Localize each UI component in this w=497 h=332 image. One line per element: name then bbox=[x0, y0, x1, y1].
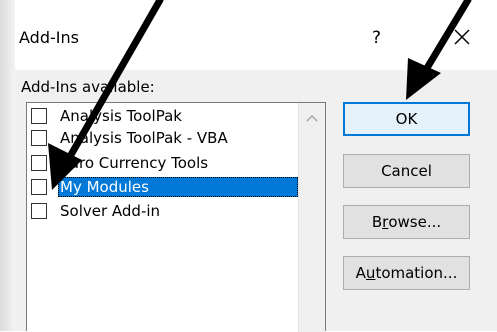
chevron-up-icon bbox=[306, 115, 318, 122]
title-bar: Add-Ins ? bbox=[0, 0, 497, 70]
dialog-title: Add-Ins bbox=[19, 28, 79, 47]
addin-checkbox[interactable] bbox=[31, 108, 47, 124]
addins-available-label: Add-Ins available: bbox=[21, 78, 155, 96]
dialog-left-edge bbox=[0, 0, 15, 331]
addin-label: Euro Currency Tools bbox=[60, 154, 209, 172]
list-item[interactable]: Solver Add-in bbox=[31, 200, 297, 222]
browse-button[interactable]: Br owse... bbox=[343, 205, 470, 239]
automation-accelerator: u bbox=[365, 264, 376, 282]
list-item[interactable]: My Modules bbox=[31, 176, 298, 198]
list-scrollbar[interactable] bbox=[298, 103, 325, 332]
automation-button[interactable]: Au tomation... bbox=[343, 256, 470, 290]
browse-label-start: B bbox=[371, 213, 383, 231]
close-icon bbox=[454, 29, 470, 45]
close-button[interactable] bbox=[452, 27, 472, 47]
list-item[interactable]: Euro Currency Tools bbox=[31, 152, 297, 174]
addins-listbox[interactable]: Analysis ToolPak Analysis ToolPak - VBA … bbox=[26, 102, 326, 332]
addin-checkbox[interactable] bbox=[31, 203, 47, 219]
help-button[interactable]: ? bbox=[372, 28, 381, 48]
list-item[interactable]: Analysis ToolPak bbox=[31, 105, 297, 127]
browse-label-rest: owse... bbox=[388, 213, 442, 231]
addin-label: Analysis ToolPak - VBA bbox=[60, 129, 228, 147]
addin-label: Analysis ToolPak bbox=[60, 107, 182, 125]
automation-label-rest: tomation... bbox=[375, 264, 458, 282]
addin-checkbox[interactable] bbox=[31, 155, 47, 171]
cancel-button[interactable]: Cancel bbox=[343, 154, 470, 188]
addin-checkbox[interactable] bbox=[31, 179, 47, 195]
addin-checkbox[interactable] bbox=[31, 130, 47, 146]
ok-button[interactable]: OK bbox=[343, 102, 470, 136]
automation-label-start: A bbox=[355, 264, 366, 282]
list-item[interactable]: Analysis ToolPak - VBA bbox=[31, 127, 297, 149]
addin-label: My Modules bbox=[58, 177, 298, 197]
addin-label: Solver Add-in bbox=[60, 202, 161, 220]
scroll-up-button[interactable] bbox=[299, 109, 325, 127]
